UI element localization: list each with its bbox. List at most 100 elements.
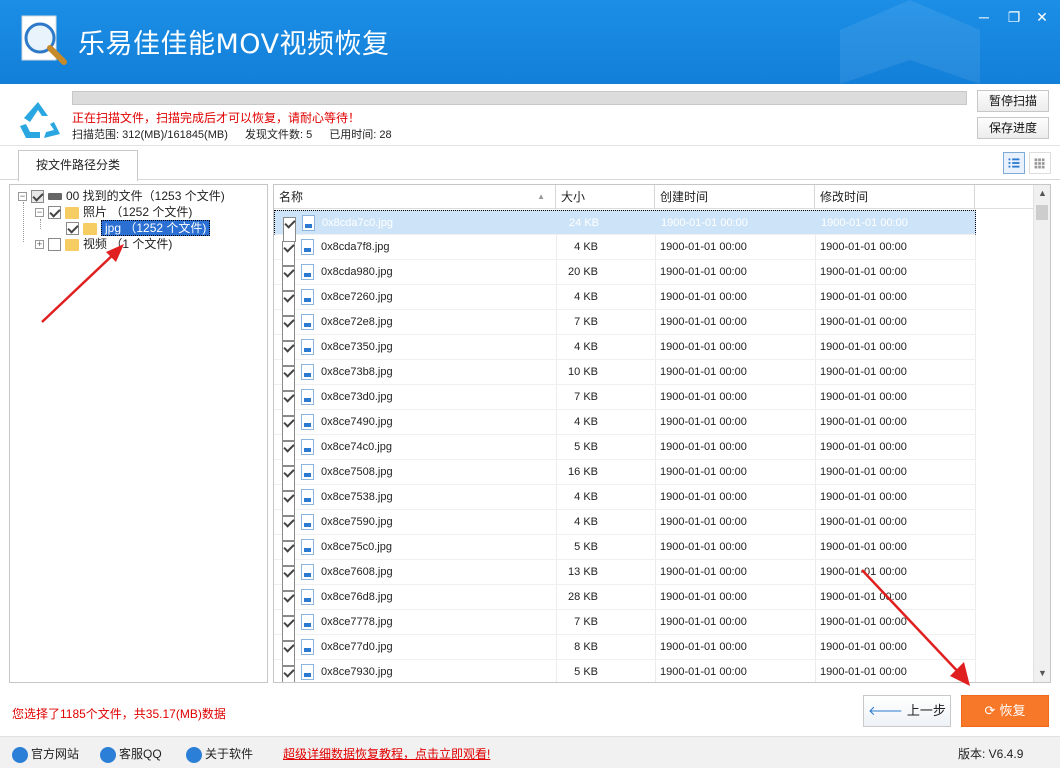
file-size-cell: 5 KB — [574, 441, 598, 453]
tree-checkbox[interactable] — [48, 206, 61, 220]
column-header-size[interactable]: 大小 — [556, 185, 655, 209]
table-row[interactable]: 0x8ce73b8.jpg 10 KB 1900-01-01 00:00 1900-0… — [274, 360, 976, 391]
modified-time-cell: 1900-01-01 00:00 — [820, 291, 907, 303]
scan-warning-message: 正在扫描文件，扫描完成后才可以恢复，请耐心等待！ — [72, 111, 361, 125]
file-size-cell: 7 KB — [574, 316, 598, 328]
file-size-cell: 7 KB — [574, 391, 598, 403]
table-row[interactable]: 0x8ce7350.jpg 4 KB 1900-01-01 00:00 1900-01… — [274, 335, 976, 366]
annotation-arrow-recover — [861, 569, 970, 686]
table-row[interactable]: 0x8ce74c0.jpg 5 KB 1900-01-01 00:00 1900-01… — [274, 435, 976, 466]
file-name-cell: 0x8ce75c0.jpg — [321, 541, 392, 553]
file-size-cell: 5 KB — [574, 666, 598, 678]
column-header-created[interactable]: 创建时间 — [655, 185, 815, 209]
created-time-cell: 1900-01-01 00:00 — [660, 566, 747, 578]
file-name-cell: 0x8ce72e8.jpg — [321, 316, 393, 328]
column-header-name[interactable]: 名称 ▲ — [274, 185, 556, 209]
file-size-cell: 4 KB — [574, 241, 598, 253]
file-name-cell: 0x8ce73d0.jpg — [321, 391, 393, 403]
close-button[interactable]: ✕ — [1030, 8, 1054, 26]
file-size-cell: 16 KB — [568, 466, 598, 478]
file-size-cell: 4 KB — [574, 516, 598, 528]
about-software-link[interactable]: 关于软件 — [186, 745, 253, 763]
collapse-toggle-icon[interactable]: − — [35, 208, 44, 218]
folder-icon — [65, 206, 79, 219]
table-row[interactable]: 0x8ce7538.jpg 4 KB 1900-01-01 00:00 1900-01… — [274, 485, 976, 516]
tree-checkbox[interactable] — [31, 190, 44, 204]
footer-bar: 官方网站 客服QQ 关于软件 超级详细数据恢复教程，点击立即观看! 版本: V6… — [0, 736, 1060, 768]
tree-node-photos[interactable]: − 照片 （1252 个文件) — [35, 204, 192, 220]
image-file-icon — [302, 215, 315, 231]
save-progress-button[interactable]: 保存进度 — [977, 117, 1049, 139]
pause-scan-button[interactable]: 暂停扫描 — [977, 90, 1049, 112]
vertical-scrollbar[interactable]: ▲ ▼ — [1033, 185, 1050, 682]
file-size-cell: 8 KB — [574, 641, 598, 653]
file-size-cell: 4 KB — [574, 291, 598, 303]
image-file-icon — [301, 464, 314, 480]
file-size-cell: 28 KB — [568, 591, 598, 603]
minimize-button[interactable]: ─ — [972, 8, 996, 26]
table-row[interactable]: 0x8ce7260.jpg 4 KB 1900-01-01 00:00 1900-01… — [274, 285, 976, 316]
scroll-down-icon[interactable]: ▼ — [1034, 665, 1050, 682]
created-time-cell: 1900-01-01 00:00 — [660, 641, 747, 653]
created-time-cell: 1900-01-01 00:00 — [660, 391, 747, 403]
table-row[interactable]: 0x8ce7590.jpg 4 KB 1900-01-01 00:00 1900-01… — [274, 510, 976, 541]
image-file-icon — [301, 239, 314, 255]
table-row[interactable]: 0x8cda7c0.jpg 24 KB 1900-01-01 00:00 1900-0… — [274, 210, 976, 242]
list-view-button[interactable] — [1003, 152, 1025, 174]
file-name-cell: 0x8ce7350.jpg — [321, 341, 393, 353]
scroll-up-icon[interactable]: ▲ — [1034, 185, 1050, 202]
table-row[interactable]: 0x8ce7508.jpg 16 KB 1900-01-01 00:00 1900-0… — [274, 460, 976, 491]
file-size-cell: 4 KB — [574, 416, 598, 428]
recover-button[interactable]: ⟳ 恢复 — [961, 695, 1049, 727]
modified-time-cell: 1900-01-01 00:00 — [820, 241, 907, 253]
file-name-cell: 0x8ce7608.jpg — [321, 566, 393, 578]
file-name-cell: 0x8ce7508.jpg — [321, 466, 393, 478]
file-name-cell: 0x8ce7260.jpg — [321, 291, 393, 303]
table-row[interactable]: 0x8cda980.jpg 20 KB 1900-01-01 00:00 1900-0… — [274, 260, 976, 291]
official-website-link[interactable]: 官方网站 — [12, 745, 79, 763]
image-file-icon — [301, 364, 314, 380]
support-qq-link[interactable]: 客服QQ — [100, 745, 162, 763]
tree-node-root[interactable]: − 00 找到的文件（1253 个文件) — [18, 188, 225, 204]
image-file-icon — [301, 489, 314, 505]
tree-label-root: 00 找到的文件（1253 个文件) — [66, 189, 225, 203]
grid-view-button[interactable] — [1029, 152, 1051, 174]
table-row[interactable]: 0x8ce7490.jpg 4 KB 1900-01-01 00:00 1900-01… — [274, 410, 976, 441]
file-size-cell: 20 KB — [568, 266, 598, 278]
scan-range-text: 扫描范围: 312(MB)/161845(MB) — [72, 129, 228, 141]
table-row[interactable]: 0x8cda7f8.jpg 4 KB 1900-01-01 00:00 1900-01… — [274, 235, 976, 266]
file-size-cell: 7 KB — [574, 616, 598, 628]
tab-by-file-path[interactable]: 按文件路径分类 — [18, 150, 138, 181]
info-icon — [186, 746, 202, 763]
previous-step-label: 上一步 — [906, 703, 946, 718]
file-name-cell: 0x8cda7f8.jpg — [321, 241, 390, 253]
modified-time-cell: 1900-01-01 00:00 — [820, 341, 907, 353]
scrollbar-thumb[interactable] — [1036, 205, 1048, 220]
collapse-toggle-icon[interactable]: − — [18, 192, 27, 202]
tutorial-promo-link[interactable]: 超级详细数据恢复教程，点击立即观看! — [283, 745, 490, 762]
qq-icon — [100, 746, 116, 763]
recycle-icon — [20, 102, 60, 138]
image-file-icon — [301, 289, 314, 305]
previous-step-button[interactable]: 🡐 上一步 — [863, 695, 951, 727]
background-cube-decoration — [840, 0, 980, 84]
image-file-icon — [301, 439, 314, 455]
selection-info: 您选择了1185个文件，共35.17(MB)数据 — [12, 707, 226, 721]
refresh-icon: ⟳ — [984, 703, 996, 718]
image-file-icon — [301, 564, 314, 580]
table-row[interactable]: 0x8ce72e8.jpg 7 KB 1900-01-01 00:00 1900-01… — [274, 310, 976, 341]
file-size-cell: 10 KB — [568, 366, 598, 378]
modified-time-cell: 1900-01-01 00:00 — [820, 416, 907, 428]
column-header-modified[interactable]: 修改时间 — [815, 185, 975, 209]
maximize-button[interactable]: ❐ — [1002, 8, 1026, 26]
annotation-arrow-tree — [41, 244, 124, 323]
table-row[interactable]: 0x8ce73d0.jpg 7 KB 1900-01-01 00:00 1900-01… — [274, 385, 976, 416]
support-qq-label: 客服QQ — [119, 747, 162, 761]
list-view-icon — [1008, 158, 1020, 168]
table-row[interactable]: 0x8ce75c0.jpg 5 KB 1900-01-01 00:00 1900-01… — [274, 535, 976, 566]
title-bar: 乐易佳佳能MOV视频恢复 ─ ❐ ✕ — [0, 0, 1060, 84]
row-checkbox[interactable] — [282, 666, 295, 682]
image-file-icon — [301, 414, 314, 430]
file-name-cell: 0x8ce76d8.jpg — [321, 591, 393, 603]
recover-label: 恢复 — [999, 703, 1026, 718]
